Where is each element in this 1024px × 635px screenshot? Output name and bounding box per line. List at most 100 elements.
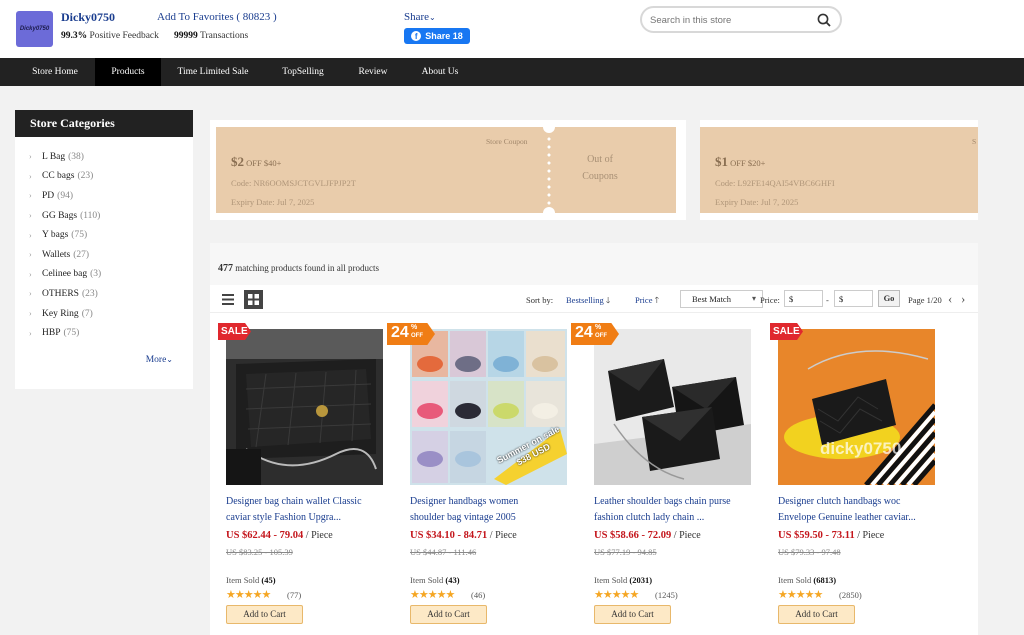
product-card: 24% OFF Leather shoulder bags chain purse… <box>571 323 751 629</box>
product-title[interactable]: Designer clutch handbags woc Envelope Gen… <box>778 494 943 526</box>
store-nav: Store Home Products Time Limited Sale To… <box>0 58 1024 86</box>
discount-badge: 24% OFF <box>387 323 435 345</box>
product-card: 24% OFF Summer on sale $38 USD Designer h… <box>387 323 567 629</box>
chevron-right-icon: › <box>29 309 32 319</box>
chevron-right-icon: › <box>29 191 32 201</box>
store-coupon[interactable]: Store Coupon $2 OFF $40+ Code: NR6OOMSJC… <box>216 121 676 219</box>
sort-by-label: Sort by: <box>526 295 554 305</box>
sale-badge: SALE <box>218 323 251 340</box>
prev-page-icon[interactable]: ‹ <box>948 291 952 307</box>
coupon-perforation <box>547 127 551 213</box>
product-image[interactable] <box>226 329 383 485</box>
sort-price[interactable]: Price 🡑 <box>635 295 659 309</box>
add-to-cart-button[interactable]: Add to Cart <box>778 605 855 624</box>
category-item[interactable]: › Wallets (27) <box>29 245 193 265</box>
category-item[interactable]: › CC bags (23) <box>29 167 193 187</box>
positive-feedback: 99.3% Positive Feedback <box>61 31 159 41</box>
chevron-right-icon: › <box>29 171 32 181</box>
product-image[interactable] <box>594 329 751 485</box>
nav-products[interactable]: Products <box>95 58 161 86</box>
coupon-code: Code: NR6OOMSJCTGVLJFPJP2T <box>231 178 356 188</box>
product-title[interactable]: Leather shoulder bags chain purse fashion… <box>594 494 759 526</box>
results-bar: 477 matching products found in all produ… <box>210 243 978 285</box>
category-item[interactable]: › OTHERS (23) <box>29 284 193 304</box>
chevron-right-icon: › <box>29 289 32 299</box>
chevron-right-icon: › <box>29 230 32 240</box>
add-to-favorites-link[interactable]: Add To Favorites ( 80823 ) <box>157 11 277 23</box>
facebook-icon: f <box>411 31 422 41</box>
item-sold: Item Sold (45) <box>226 575 276 585</box>
review-count: (77) <box>287 590 302 600</box>
more-categories-link[interactable]: More⌄ <box>146 355 173 365</box>
share-dropdown[interactable]: Share⌄ <box>404 11 436 23</box>
product-image[interactable]: Summer on sale $38 USD <box>410 329 567 485</box>
review-count: (46) <box>471 590 486 600</box>
facebook-share-button[interactable]: f Share 18 <box>404 28 470 44</box>
page-indicator: Page 1/20 <box>908 295 942 305</box>
product-title[interactable]: Designer handbags women shoulder bag vint… <box>410 494 575 526</box>
nav-review[interactable]: Review <box>346 58 400 86</box>
category-list: › L Bag (38) › CC bags (23) › PD (94) › GG Bags… <box>15 137 193 343</box>
coupon-code: Code: L92FE14QAI54VBC6GHFI <box>715 178 835 188</box>
go-button[interactable]: Go <box>878 290 900 307</box>
chevron-down-icon: ⌄ <box>166 355 173 364</box>
list-view-icon[interactable] <box>222 294 234 305</box>
coupon-status: Out of Coupons <box>582 154 618 182</box>
results-count: 477 matching products found in all produ… <box>218 263 379 274</box>
category-item[interactable]: › HBP (75) <box>29 323 193 343</box>
star-rating-icon: ★★★★★ <box>410 589 455 601</box>
item-sold: Item Sold (6813) <box>778 575 837 585</box>
coupon-panel-2: S $1 OFF $20+ Code: L92FE14QAI54VBC6GHFI… <box>700 120 978 220</box>
coupon-panel-1: Store Coupon $2 OFF $40+ Code: NR6OOMSJC… <box>210 120 686 220</box>
nav-top-selling[interactable]: TopSelling <box>268 58 338 86</box>
product-image[interactable]: dicky0750 <box>778 329 935 485</box>
next-page-icon[interactable]: › <box>961 291 965 307</box>
product-price: US $34.10 - 84.71 / Piece <box>410 530 517 541</box>
item-sold: Item Sold (2031) <box>594 575 653 585</box>
grid-view-icon[interactable] <box>244 290 263 309</box>
store-coupon[interactable]: S $1 OFF $20+ Code: L92FE14QAI54VBC6GHFI… <box>700 127 978 213</box>
coupon-expiry: Expiry Date: Jul 7, 2025 <box>231 197 315 207</box>
categories-title: Store Categories <box>15 110 193 137</box>
price-min-input[interactable] <box>784 290 823 307</box>
category-item[interactable]: › Celinee bag (3) <box>29 265 193 285</box>
store-search <box>640 6 842 33</box>
search-icon[interactable] <box>817 13 831 27</box>
coupon-label: Store Coupon <box>486 137 528 146</box>
coupon-amount: $2 OFF $40+ <box>231 154 282 169</box>
search-input[interactable] <box>650 12 810 28</box>
sort-select[interactable]: Best Match <box>680 290 763 308</box>
add-to-cart-button[interactable]: Add to Cart <box>410 605 487 624</box>
nav-time-limited-sale[interactable]: Time Limited Sale <box>166 58 260 86</box>
price-max-input[interactable] <box>834 290 873 307</box>
category-item[interactable]: › Key Ring (7) <box>29 304 193 324</box>
category-item[interactable]: › PD (94) <box>29 186 193 206</box>
store-name[interactable]: Dicky0750 <box>61 10 115 25</box>
add-to-cart-button[interactable]: Add to Cart <box>226 605 303 624</box>
original-price: US $79.33 - 97.48 <box>778 547 841 557</box>
star-rating-icon: ★★★★★ <box>594 589 639 601</box>
arrow-up-icon: 🡑 <box>654 295 660 305</box>
nav-store-home[interactable]: Store Home <box>15 58 95 86</box>
price-filter-label: Price: <box>760 295 780 305</box>
watermark: dicky0750 <box>820 439 902 458</box>
star-rating-icon: ★★★★★ <box>226 589 271 601</box>
product-price: US $59.50 - 73.11 / Piece <box>778 530 885 541</box>
add-to-cart-button[interactable]: Add to Cart <box>594 605 671 624</box>
category-item[interactable]: › L Bag (38) <box>29 147 193 167</box>
category-item[interactable]: › GG Bags (110) <box>29 206 193 226</box>
discount-badge: 24% OFF <box>571 323 619 345</box>
star-rating-icon: ★★★★★ <box>778 589 823 601</box>
product-title[interactable]: Designer bag chain wallet Classic caviar … <box>226 494 391 526</box>
store-logo[interactable]: Dicky0750 <box>16 11 53 47</box>
category-item[interactable]: › Y bags (75) <box>29 225 193 245</box>
store-categories: Store Categories › L Bag (38) › CC bags (23)… <box>15 110 193 389</box>
sale-badge: SALE <box>770 323 803 340</box>
chevron-right-icon: › <box>29 328 32 338</box>
sort-bestselling[interactable]: Bestselling 🡓 <box>566 295 610 309</box>
nav-about-us[interactable]: About Us <box>409 58 471 86</box>
review-count: (1245) <box>655 590 678 600</box>
product-card: SALE dicky0750 Designer clutch handbags … <box>762 323 935 629</box>
product-area: 477 matching products found in all produ… <box>210 243 978 635</box>
chevron-right-icon: › <box>29 269 32 279</box>
